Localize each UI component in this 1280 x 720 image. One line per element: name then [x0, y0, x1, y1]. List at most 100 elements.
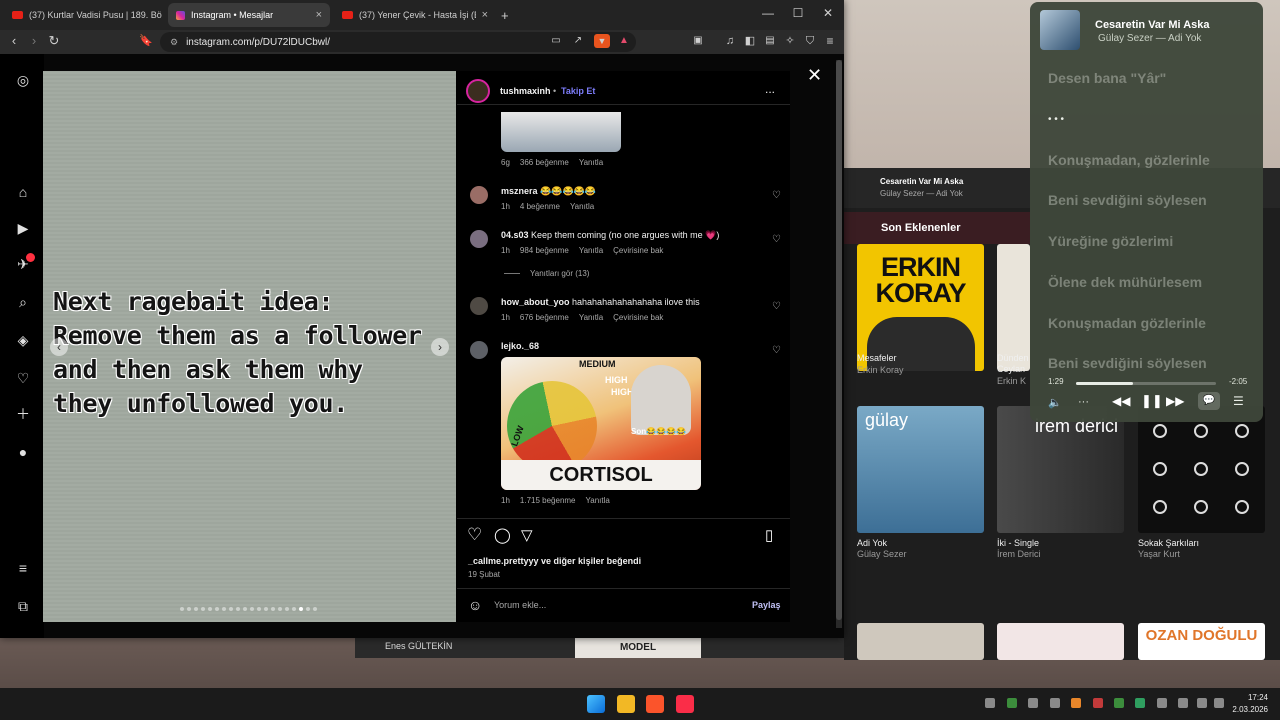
clock-time[interactable]: 17:24 [1234, 693, 1268, 702]
lyrics-toggle-icon[interactable]: 💬 [1198, 392, 1220, 410]
previous-slide-icon[interactable]: ‹ [50, 338, 68, 356]
progress-track[interactable] [1076, 382, 1216, 385]
lyric-line[interactable]: Konuşmadan, gözlerinle [1048, 152, 1210, 168]
album-cover-mesafeler[interactable]: ERKIN KORAY [857, 244, 984, 371]
file-explorer-icon[interactable] [617, 695, 635, 713]
back-icon[interactable]: ‹ [6, 33, 22, 49]
brave-browser-icon[interactable] [646, 695, 664, 713]
tray-icon[interactable] [1028, 698, 1038, 708]
volume-icon[interactable]: 🔈 [1048, 396, 1062, 409]
volume-tray-icon[interactable] [1197, 698, 1207, 708]
more-menu-icon[interactable]: ≡ [14, 559, 32, 577]
tab-youtube-yener[interactable]: (37) Yener Çevik - Hasta İşi (Ben Büdü × [334, 3, 496, 27]
comment-input[interactable]: Yorum ekle... [494, 600, 546, 610]
bookmark-icon[interactable]: 🔖 [138, 33, 154, 49]
home-icon[interactable]: ⌂ [14, 183, 32, 201]
menu-icon[interactable]: ≡ [822, 33, 838, 49]
address-bar[interactable]: ⚙ instagram.com/p/DU72lDUCbwl/ [160, 32, 636, 52]
like-icon[interactable]: ♡ [467, 525, 482, 545]
maximize-icon[interactable]: ☐ [790, 6, 806, 20]
battery-icon[interactable] [1214, 698, 1224, 708]
view-replies-button[interactable]: Yanıtları gör (13) [530, 269, 589, 278]
comment-meme-image[interactable]: MEDIUM HIGH HIGH LOW Son😂😂😂😂 CORTISOL [501, 357, 701, 490]
album-artist[interactable]: Yaşar Kurt [1138, 549, 1180, 559]
leo-ai-icon[interactable]: ✧ [782, 33, 798, 49]
cast-icon[interactable]: ▭ [548, 33, 564, 49]
comment-username[interactable]: 04.s03 [501, 230, 529, 240]
more-options-icon[interactable]: ... [765, 82, 775, 96]
album-artist[interactable]: İrem Derici [997, 549, 1041, 559]
create-icon[interactable]: ＋ [14, 405, 32, 423]
tray-icon[interactable] [1050, 698, 1060, 708]
album-title[interactable]: İki - Single [997, 538, 1039, 548]
forward-icon[interactable]: › [26, 33, 42, 49]
next-slide-icon[interactable]: › [431, 338, 449, 356]
instagram-logo-icon[interactable]: ◎ [14, 71, 32, 89]
lyric-line[interactable]: Desen bana "Yâr" [1048, 70, 1166, 86]
new-tab-button[interactable]: + [498, 3, 516, 27]
album-cover-bottom-1[interactable] [857, 623, 984, 660]
microphone-icon[interactable] [1157, 698, 1167, 708]
comment-icon[interactable]: ◯ [494, 526, 511, 544]
fast-forward-icon[interactable]: ▶▶ [1166, 394, 1184, 408]
queue-icon[interactable]: ☰ [1233, 394, 1244, 408]
apple-music-icon[interactable] [676, 695, 694, 713]
post-comment-button[interactable]: Paylaş [752, 600, 781, 610]
album-artist[interactable]: Erkin K [997, 376, 1029, 386]
tab-close-icon[interactable]: × [476, 9, 488, 21]
album-title[interactable]: Sokak Şarkıları [1138, 538, 1199, 548]
album-cover-bottom-2[interactable] [997, 623, 1124, 660]
like-comment-icon[interactable]: ♡ [772, 234, 781, 245]
profile-icon[interactable]: ● [14, 443, 32, 461]
tray-icon[interactable] [1071, 698, 1081, 708]
liked-by-text[interactable]: _callme.prettyyy ve diğer kişiler beğend… [468, 556, 641, 566]
commenter-avatar[interactable] [470, 186, 488, 204]
scrollbar-thumb[interactable] [836, 60, 842, 620]
rewind-icon[interactable]: ◀◀ [1112, 394, 1130, 408]
emoji-icon[interactable]: ☺ [468, 597, 482, 613]
comment-username[interactable]: how_about_yoo [501, 297, 570, 307]
scrollbar[interactable] [836, 60, 842, 628]
commenter-avatar[interactable] [470, 230, 488, 248]
wallet-icon[interactable]: ▤ [762, 33, 778, 49]
minimize-icon[interactable]: — [760, 6, 776, 20]
reload-icon[interactable]: ↻ [46, 33, 62, 49]
brave-rewards-icon[interactable]: ▲ [616, 33, 632, 49]
share-icon[interactable]: ▽ [521, 526, 533, 544]
wifi-icon[interactable] [1178, 698, 1188, 708]
previous-comment-image[interactable] [501, 112, 621, 152]
tray-icon[interactable] [1114, 698, 1124, 708]
share-icon[interactable]: ↗ [570, 33, 586, 49]
split-view-icon[interactable]: ◧ [742, 33, 758, 49]
tray-icon[interactable] [1093, 698, 1103, 708]
pause-icon[interactable]: ❚❚ [1141, 393, 1163, 409]
lyric-line[interactable]: Ölene dek mühürlesem [1048, 274, 1202, 290]
close-modal-icon[interactable]: ✕ [807, 65, 822, 86]
also-from-meta-icon[interactable]: ⧉ [14, 597, 32, 615]
vpn-icon[interactable]: ⛉ [802, 33, 818, 49]
tray-icon[interactable] [1135, 698, 1145, 708]
brave-shields-icon[interactable]: ▼ [594, 34, 610, 48]
album-title[interactable]: Dünden Ceylan [997, 353, 1029, 375]
tab-close-icon[interactable]: × [310, 9, 322, 21]
lyric-line[interactable]: Yüreğine gözlerimi [1048, 233, 1173, 249]
tab-youtube-kurtlar[interactable]: (37) Kurtlar Vadisi Pusu | 189. Bölüm [4, 3, 162, 27]
album-artist[interactable]: Gülay Sezer [857, 549, 907, 559]
search-icon[interactable]: ⌕ [14, 293, 32, 311]
window-close-icon[interactable]: ✕ [820, 6, 836, 20]
sidebar-toggle-icon[interactable]: ▣ [690, 33, 706, 49]
album-artist[interactable]: Erkin Koray [857, 365, 904, 375]
tray-icon[interactable] [1007, 698, 1017, 708]
tray-icon[interactable] [985, 698, 995, 708]
like-comment-icon[interactable]: ♡ [772, 190, 781, 201]
album-cover-ozan[interactable]: OZAN DOĞULU [1138, 623, 1265, 660]
album-cover-dunden[interactable] [997, 244, 1030, 371]
album-cover-iki[interactable]: irem derici [997, 406, 1124, 533]
author-username[interactable]: tushmaxinh [500, 86, 551, 96]
save-icon[interactable]: ▯ [765, 526, 773, 544]
comment-username[interactable]: msznera [501, 186, 538, 196]
album-cover-sokak[interactable] [1138, 406, 1265, 533]
like-comment-icon[interactable]: ♡ [772, 345, 781, 356]
album-title[interactable]: Mesafeler [857, 353, 897, 363]
author-avatar[interactable] [466, 79, 490, 103]
